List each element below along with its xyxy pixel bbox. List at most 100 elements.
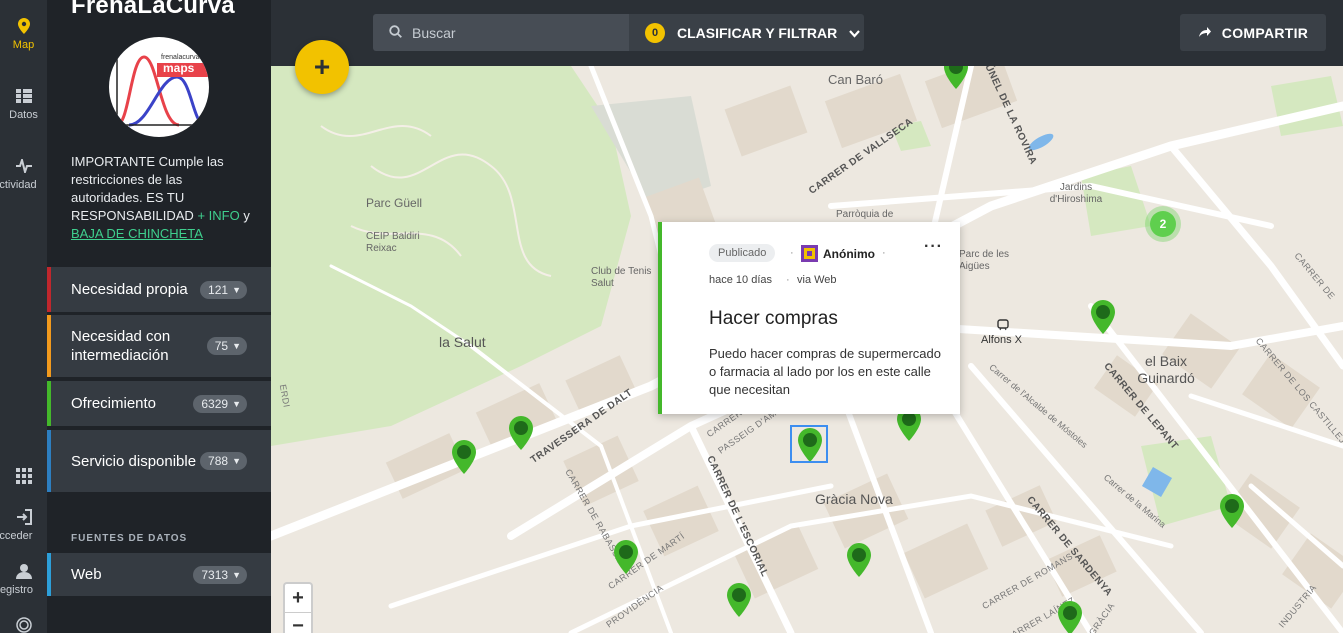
category-count-pill[interactable]: 788 ▼ xyxy=(200,452,247,470)
more-options-icon[interactable]: ··· xyxy=(924,238,943,256)
category-servicio-disponible[interactable]: Servicio disponible 788 ▼ xyxy=(47,430,271,492)
info-link[interactable]: + INFO xyxy=(197,208,239,223)
category-count-pill[interactable]: 75 ▼ xyxy=(206,337,247,355)
map-label-parroquia: Parròquia de xyxy=(836,209,894,220)
zoom-control: + − xyxy=(283,582,313,633)
map-pin[interactable] xyxy=(508,415,534,451)
chevron-down-icon: ▼ xyxy=(232,398,241,409)
apps-grid-icon xyxy=(14,466,34,486)
map-pin[interactable] xyxy=(1219,493,1245,529)
map-pin-icon xyxy=(14,16,34,36)
source-color-bar xyxy=(47,553,51,596)
logo: frenalacurva maps xyxy=(109,37,209,137)
separator-dot: · xyxy=(790,247,794,259)
map-pin[interactable] xyxy=(943,66,969,90)
category-label: Ofrecimiento xyxy=(71,395,157,412)
category-color-bar xyxy=(47,381,51,426)
notice: IMPORTANTE Cumple las restricciones de l… xyxy=(71,153,251,243)
count: 788 xyxy=(208,454,229,468)
map-cluster[interactable]: 2 xyxy=(1150,211,1176,237)
category-count-pill[interactable]: 121 ▼ xyxy=(200,280,247,299)
filter-count-badge: 0 xyxy=(645,22,665,43)
search-input[interactable] xyxy=(412,24,612,41)
count: 6329 xyxy=(201,396,229,411)
brand-title: FrenaLaCurva xyxy=(71,0,235,19)
map-label-jardins: Jardins d'Hiroshima xyxy=(1049,182,1103,205)
logo-big-text: maps xyxy=(163,61,195,75)
count: 121 xyxy=(208,282,229,297)
chevron-down-icon: ▼ xyxy=(232,456,241,466)
zoom-in-button[interactable]: + xyxy=(285,584,311,612)
category-color-bar xyxy=(47,430,51,492)
status-badge: Publicado xyxy=(709,244,776,262)
rail-label-actividad: Actividad xyxy=(0,179,37,191)
rail-item-acceder[interactable]: Acceder xyxy=(0,507,47,542)
avatar xyxy=(801,245,818,262)
rail-item-actividad[interactable]: Actividad xyxy=(0,156,47,191)
post-title: Hacer compras xyxy=(709,308,838,329)
sidebar: FrenaLaCurva frenalacurva maps IMPORTANT… xyxy=(47,0,271,633)
map-pin[interactable] xyxy=(726,582,752,618)
metro-icon xyxy=(997,318,1009,336)
filter-label: CLASIFICAR Y FILTRAR xyxy=(677,24,838,41)
rail-item-registro[interactable]: Registro xyxy=(0,561,47,596)
category-necesidad-propia[interactable]: Necesidad propia 121 ▼ xyxy=(47,267,271,312)
map-label-can-baro: Can Baró xyxy=(828,72,883,87)
search-box[interactable] xyxy=(373,14,629,51)
map-label-parc-guell: Parc Güell xyxy=(366,196,423,210)
category-ofrecimiento[interactable]: Ofrecimiento 6329 ▼ xyxy=(47,381,271,426)
map-pin[interactable] xyxy=(846,542,872,578)
map-label-club: Club de Tenis Salut xyxy=(591,266,652,289)
filter-button[interactable]: 0 CLASIFICAR Y FILTRAR xyxy=(629,14,864,51)
post-description: Puedo hacer compras de supermercado o fa… xyxy=(709,346,941,397)
map-pin[interactable] xyxy=(451,439,477,475)
category-color-bar xyxy=(47,315,51,377)
chevron-down-icon: ▼ xyxy=(232,569,241,580)
post-source: via Web xyxy=(797,274,837,286)
share-icon xyxy=(1198,25,1212,41)
curve-logo-icon xyxy=(115,52,209,127)
login-icon xyxy=(14,507,34,527)
rail-item-datos[interactable]: Datos xyxy=(0,86,47,121)
map-pin[interactable] xyxy=(1090,299,1116,335)
marker-popup: Publicado · Anónimo · ··· hace 10 días ·… xyxy=(658,222,960,414)
category-label: Necesidad con intermediación xyxy=(71,328,171,364)
source-web[interactable]: Web 7313 ▼ xyxy=(47,553,271,596)
category-label: Servicio disponible xyxy=(71,452,197,470)
rail-label-datos: Datos xyxy=(9,109,38,121)
count: 7313 xyxy=(201,567,229,582)
list-icon xyxy=(14,86,34,106)
search-icon xyxy=(389,24,402,41)
user-icon xyxy=(14,561,34,581)
map-pin[interactable] xyxy=(1057,600,1083,633)
rail-item-extra[interactable] xyxy=(0,615,47,633)
share-label: COMPARTIR xyxy=(1221,24,1309,41)
fingerprint-icon xyxy=(14,615,34,633)
category-label: Necesidad propia xyxy=(71,281,188,298)
category-necesidad-intermediacion[interactable]: Necesidad con intermediación 75 ▼ xyxy=(47,315,271,377)
rail-item-apps[interactable] xyxy=(0,466,47,486)
sources-title: FUENTES DE DATOS xyxy=(71,533,188,544)
map-pin[interactable] xyxy=(613,539,639,575)
unpin-link[interactable]: BAJA DE CHINCHETA xyxy=(71,226,203,241)
category-color-bar xyxy=(47,267,51,312)
post-time: hace 10 días xyxy=(709,274,772,286)
share-button[interactable]: COMPARTIR xyxy=(1180,14,1326,51)
map-label-baix-guinardo: el Baix Guinardó xyxy=(1137,353,1195,386)
rail-label-acceder: Acceder xyxy=(0,530,33,542)
category-count-pill[interactable]: 6329 ▼ xyxy=(193,394,247,413)
zoom-out-button[interactable]: − xyxy=(285,612,311,633)
rail-item-map[interactable]: Map xyxy=(0,16,47,51)
count: 75 xyxy=(214,339,229,353)
separator-dot: · xyxy=(882,247,886,259)
selected-pin-highlight xyxy=(790,425,828,463)
activity-icon xyxy=(14,156,34,176)
source-label: Web xyxy=(71,566,102,583)
logo-small-text: frenalacurva xyxy=(161,54,200,61)
author-name[interactable]: Anónimo xyxy=(823,247,875,261)
top-bar: 0 CLASIFICAR Y FILTRAR COMPARTIR xyxy=(271,0,1343,66)
map-label-ceip: CEIP Baldiri Reixac xyxy=(366,231,420,254)
add-marker-button[interactable]: + xyxy=(295,40,349,94)
avatar-pattern-icon xyxy=(804,248,815,259)
source-count-pill[interactable]: 7313 ▼ xyxy=(193,565,247,584)
